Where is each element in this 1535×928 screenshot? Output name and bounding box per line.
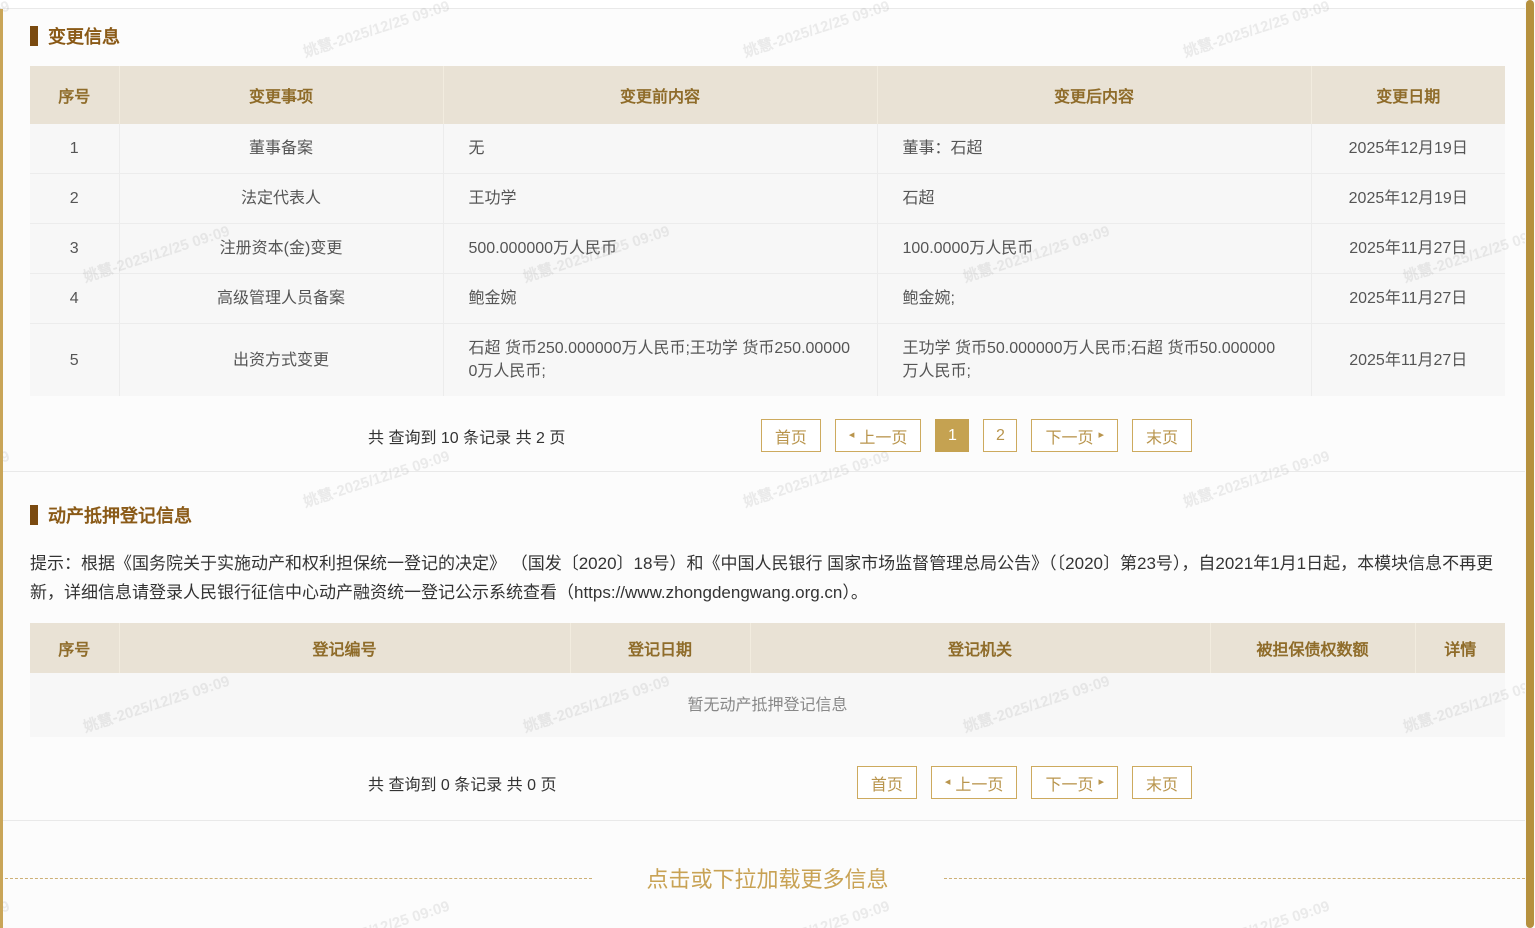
watermark-text: 姚慧-2025/12/25 09:09 (740, 895, 892, 928)
scrollbar-track (1525, 0, 1535, 928)
scrollbar-thumb[interactable] (1526, 0, 1534, 928)
prev-arrow-icon: ◂ (945, 777, 951, 788)
load-more-row: 点击或下拉加载更多信息 (0, 862, 1535, 894)
cell-change-item: 董事备案 (119, 124, 443, 174)
next-page-label: 下一页 (1045, 424, 1093, 448)
cell-change-item: 出资方式变更 (119, 324, 443, 397)
cell-after: 董事：石超 (877, 124, 1311, 174)
cell-after: 100.0000万人民币 (877, 224, 1311, 274)
next-page-button[interactable]: 下一页 ▸ (1031, 766, 1118, 799)
pager-buttons: 首页 ◂ 上一页 1 2 下一页 ▸ 末页 (761, 419, 1192, 452)
section-divider (0, 820, 1535, 821)
last-page-label: 末页 (1146, 424, 1178, 448)
page-number-1[interactable]: 1 (935, 419, 969, 452)
table-row: 3 注册资本(金)变更 500.000000万人民币 100.0000万人民币 … (30, 224, 1505, 274)
col-header-detail: 详情 (1415, 623, 1505, 673)
section-title-bar-icon (30, 26, 38, 46)
col-header-reg-number: 登记编号 (119, 623, 570, 673)
change-table-header-row: 序号 变更事项 变更前内容 变更后内容 变更日期 (30, 66, 1505, 124)
change-pagination: 共 查询到 10 条记录 共 2 页 首页 ◂ 上一页 1 2 下一页 ▸ 末页 (30, 419, 1505, 452)
next-arrow-icon: ▸ (1098, 777, 1104, 788)
prev-arrow-icon: ◂ (849, 430, 855, 441)
cell-before: 500.000000万人民币 (443, 224, 877, 274)
table-row: 5 出资方式变更 石超 货币250.000000万人民币;王功学 货币250.0… (30, 324, 1505, 397)
watermark-text: 姚慧-2025/12/25 09:09 (1180, 895, 1332, 928)
section-divider (0, 471, 1535, 472)
next-arrow-icon: ▸ (1098, 430, 1104, 441)
change-section-title: 变更信息 (30, 23, 1505, 49)
cell-before: 王功学 (443, 174, 877, 224)
cell-after: 石超 (877, 174, 1311, 224)
dashed-line-right (944, 878, 1535, 879)
prev-page-button[interactable]: ◂ 上一页 (835, 419, 922, 452)
first-page-label: 首页 (775, 424, 807, 448)
col-header-change-item: 变更事项 (119, 66, 443, 124)
table-row: 1 董事备案 无 董事：石超 2025年12月19日 (30, 124, 1505, 174)
cell-seq: 5 (30, 324, 119, 397)
cell-seq: 4 (30, 274, 119, 324)
change-table: 序号 变更事项 变更前内容 变更后内容 变更日期 1 董事备案 无 董事：石超 … (30, 66, 1505, 396)
page-content: 变更信息 序号 变更事项 变更前内容 变更后内容 变更日期 1 董事备案 无 董… (0, 23, 1535, 894)
watermark-text: 姚慧-2025/12/25 09:09 (300, 895, 452, 928)
last-page-button[interactable]: 末页 (1132, 419, 1192, 452)
cell-seq: 3 (30, 224, 119, 274)
cell-date: 2025年11月27日 (1311, 224, 1505, 274)
col-header-seq: 序号 (30, 623, 119, 673)
section-title-text: 动产抵押登记信息 (48, 502, 192, 528)
cell-before: 无 (443, 124, 877, 174)
cell-date: 2025年12月19日 (1311, 174, 1505, 224)
first-page-label: 首页 (871, 771, 903, 795)
table-row: 4 高级管理人员备案 鲍金婉 鲍金婉; 2025年11月27日 (30, 274, 1505, 324)
table-row: 2 法定代表人 王功学 石超 2025年12月19日 (30, 174, 1505, 224)
prev-page-label: 上一页 (859, 424, 907, 448)
left-border-bar (0, 9, 3, 928)
mortgage-pagination: 共 查询到 0 条记录 共 0 页 首页 ◂ 上一页 下一页 ▸ 末页 (30, 766, 1505, 799)
mortgage-section-title: 动产抵押登记信息 (30, 502, 1505, 528)
mortgage-table: 序号 登记编号 登记日期 登记机关 被担保债权数额 详情 暂无动产抵押登记信息 (30, 623, 1505, 737)
col-header-date: 变更日期 (1311, 66, 1505, 124)
cell-after: 王功学 货币50.000000万人民币;石超 货币50.000000万人民币; (877, 324, 1311, 397)
cell-seq: 2 (30, 174, 119, 224)
cell-change-item: 注册资本(金)变更 (119, 224, 443, 274)
load-more-button[interactable]: 点击或下拉加载更多信息 (592, 862, 944, 894)
col-header-reg-authority: 登记机关 (750, 623, 1210, 673)
empty-row: 暂无动产抵押登记信息 (30, 673, 1505, 737)
cell-date: 2025年12月19日 (1311, 124, 1505, 174)
cell-change-item: 法定代表人 (119, 174, 443, 224)
records-summary: 共 查询到 0 条记录 共 0 页 (368, 771, 556, 795)
prev-page-label: 上一页 (955, 771, 1003, 795)
next-page-button[interactable]: 下一页 ▸ (1031, 419, 1118, 452)
section-title-bar-icon (30, 505, 38, 525)
section-title-text: 变更信息 (48, 23, 120, 49)
cell-date: 2025年11月27日 (1311, 324, 1505, 397)
col-header-after: 变更后内容 (877, 66, 1311, 124)
mortgage-notice-text: 提示：根据《国务院关于实施动产和权利担保统一登记的决定》 （国发〔2020〕18… (30, 549, 1505, 607)
page-number-2[interactable]: 2 (983, 419, 1017, 452)
cell-change-item: 高级管理人员备案 (119, 274, 443, 324)
col-header-seq: 序号 (30, 66, 119, 124)
cell-seq: 1 (30, 124, 119, 174)
pager-buttons: 首页 ◂ 上一页 下一页 ▸ 末页 (857, 766, 1192, 799)
last-page-label: 末页 (1146, 771, 1178, 795)
cell-after: 鲍金婉; (877, 274, 1311, 324)
col-header-secured-amount: 被担保债权数额 (1210, 623, 1415, 673)
last-page-button[interactable]: 末页 (1132, 766, 1192, 799)
empty-state-text: 暂无动产抵押登记信息 (30, 673, 1505, 737)
top-divider (0, 0, 1535, 9)
mortgage-table-header-row: 序号 登记编号 登记日期 登记机关 被担保债权数额 详情 (30, 623, 1505, 673)
next-page-label: 下一页 (1045, 771, 1093, 795)
cell-date: 2025年11月27日 (1311, 274, 1505, 324)
cell-before: 鲍金婉 (443, 274, 877, 324)
col-header-before: 变更前内容 (443, 66, 877, 124)
records-summary: 共 查询到 10 条记录 共 2 页 (368, 424, 565, 448)
dashed-line-left (0, 878, 592, 879)
first-page-button[interactable]: 首页 (857, 766, 917, 799)
cell-before: 石超 货币250.000000万人民币;王功学 货币250.000000万人民币… (443, 324, 877, 397)
prev-page-button[interactable]: ◂ 上一页 (931, 766, 1018, 799)
first-page-button[interactable]: 首页 (761, 419, 821, 452)
col-header-reg-date: 登记日期 (570, 623, 750, 673)
